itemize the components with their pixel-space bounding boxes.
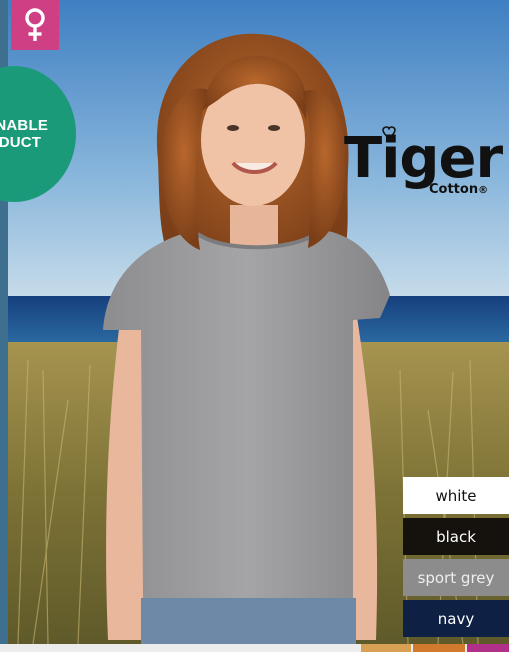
product-card: AINABLE ODUCT Tiger Cotton® white black … <box>0 0 509 652</box>
bottom-bar-segment <box>467 644 509 652</box>
logo-wordmark: Tiger <box>344 126 503 191</box>
logo-subtitle: Cotton® <box>429 182 489 197</box>
female-badge <box>11 0 59 50</box>
bottom-bar-segment <box>361 644 411 652</box>
color-option-black[interactable]: black <box>403 518 509 555</box>
bottom-bar-segment <box>413 644 465 652</box>
color-options: white black sport grey navy <box>403 477 509 637</box>
tiger-cotton-logo: Tiger Cotton® <box>344 126 509 202</box>
color-option-navy[interactable]: navy <box>403 600 509 637</box>
sustainable-line-2: ODUCT <box>0 134 42 151</box>
color-option-white[interactable]: white <box>403 477 509 514</box>
sustainable-line-1: AINABLE <box>0 117 49 134</box>
bottom-color-bar <box>0 644 509 652</box>
color-option-sport-grey[interactable]: sport grey <box>403 559 509 596</box>
female-symbol-icon <box>25 8 45 41</box>
